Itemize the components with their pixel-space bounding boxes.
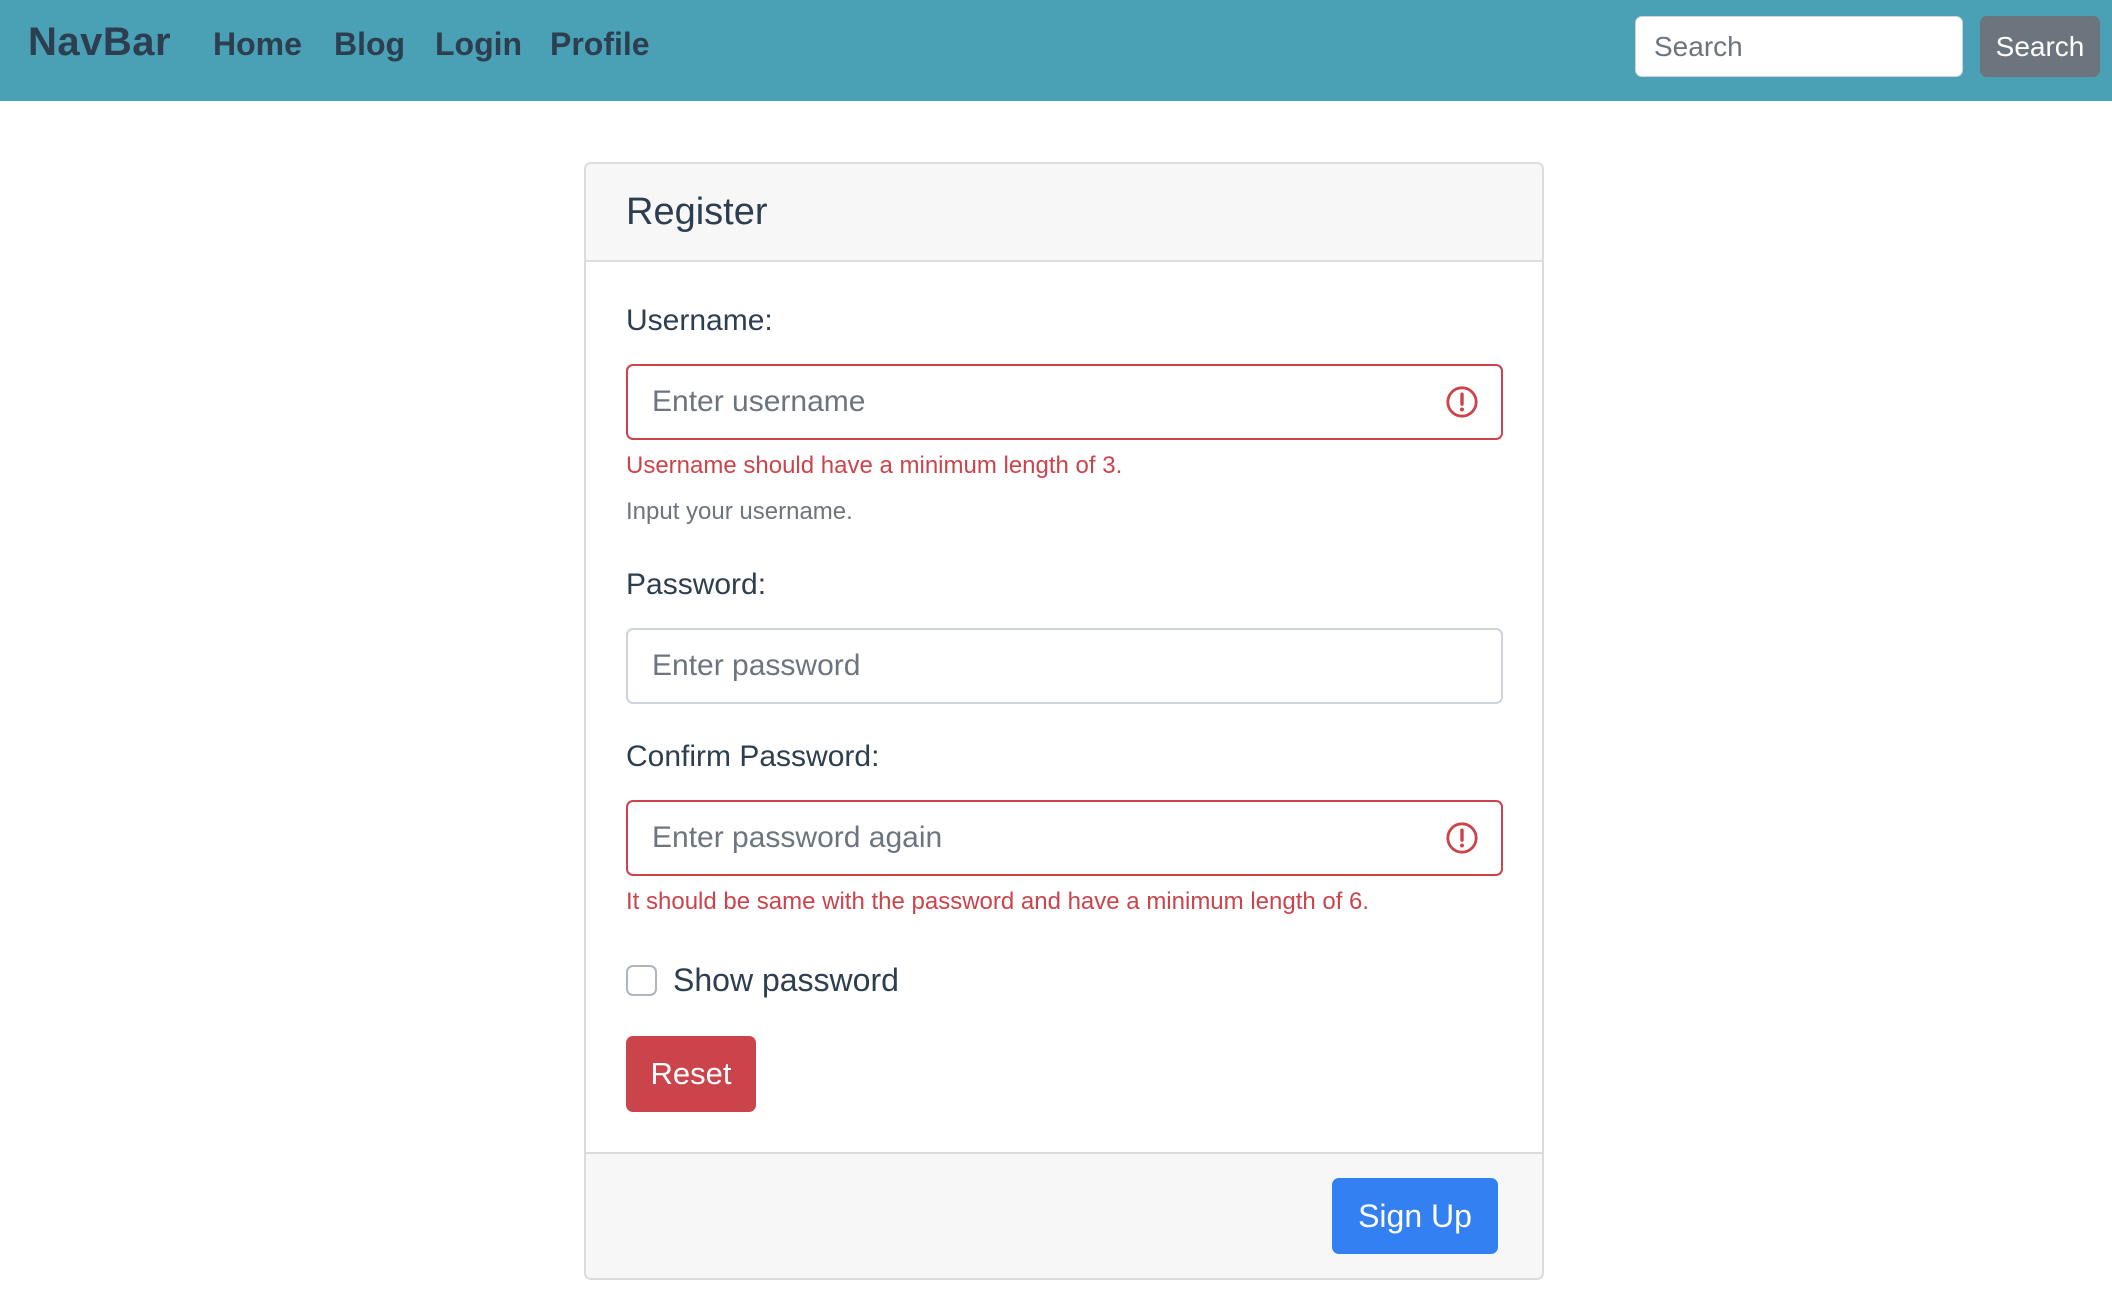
register-card: Register Username: Username should have … bbox=[584, 162, 1544, 1280]
password-field bbox=[626, 628, 1503, 704]
search-input[interactable] bbox=[1635, 16, 1963, 77]
username-help: Input your username. bbox=[626, 498, 853, 525]
username-label: Username: bbox=[626, 304, 773, 337]
username-field bbox=[626, 364, 1503, 440]
nav-link-blog[interactable]: Blog bbox=[334, 26, 405, 63]
register-form: Username: Username should have a minimum… bbox=[586, 262, 1542, 1154]
nav-link-login[interactable]: Login bbox=[435, 26, 522, 63]
password-label: Password: bbox=[626, 568, 767, 601]
navbar: NavBar Home Blog Login Profile Search bbox=[0, 0, 2112, 101]
username-error: Username should have a minimum length of… bbox=[626, 452, 1123, 479]
nav-link-home[interactable]: Home bbox=[213, 26, 302, 63]
card-header: Register bbox=[586, 164, 1542, 262]
confirm-password-error: It should be same with the password and … bbox=[626, 888, 1370, 915]
show-password-row[interactable]: Show password bbox=[626, 962, 899, 999]
card-footer: Sign Up bbox=[586, 1152, 1542, 1278]
confirm-password-field bbox=[626, 800, 1503, 876]
navbar-brand[interactable]: NavBar bbox=[28, 20, 171, 65]
show-password-label[interactable]: Show password bbox=[673, 962, 899, 999]
reset-button[interactable]: Reset bbox=[626, 1036, 756, 1112]
confirm-password-input[interactable] bbox=[628, 802, 1445, 874]
alert-circle-icon bbox=[1446, 386, 1478, 418]
show-password-checkbox[interactable] bbox=[626, 965, 657, 996]
page-title: Register bbox=[626, 190, 768, 233]
username-input[interactable] bbox=[628, 366, 1445, 438]
sign-up-button[interactable]: Sign Up bbox=[1332, 1178, 1498, 1254]
alert-circle-icon bbox=[1446, 822, 1478, 854]
confirm-password-label: Confirm Password: bbox=[626, 740, 880, 773]
password-input[interactable] bbox=[628, 630, 1501, 702]
nav-link-profile[interactable]: Profile bbox=[550, 26, 650, 63]
search-button[interactable]: Search bbox=[1980, 16, 2100, 77]
